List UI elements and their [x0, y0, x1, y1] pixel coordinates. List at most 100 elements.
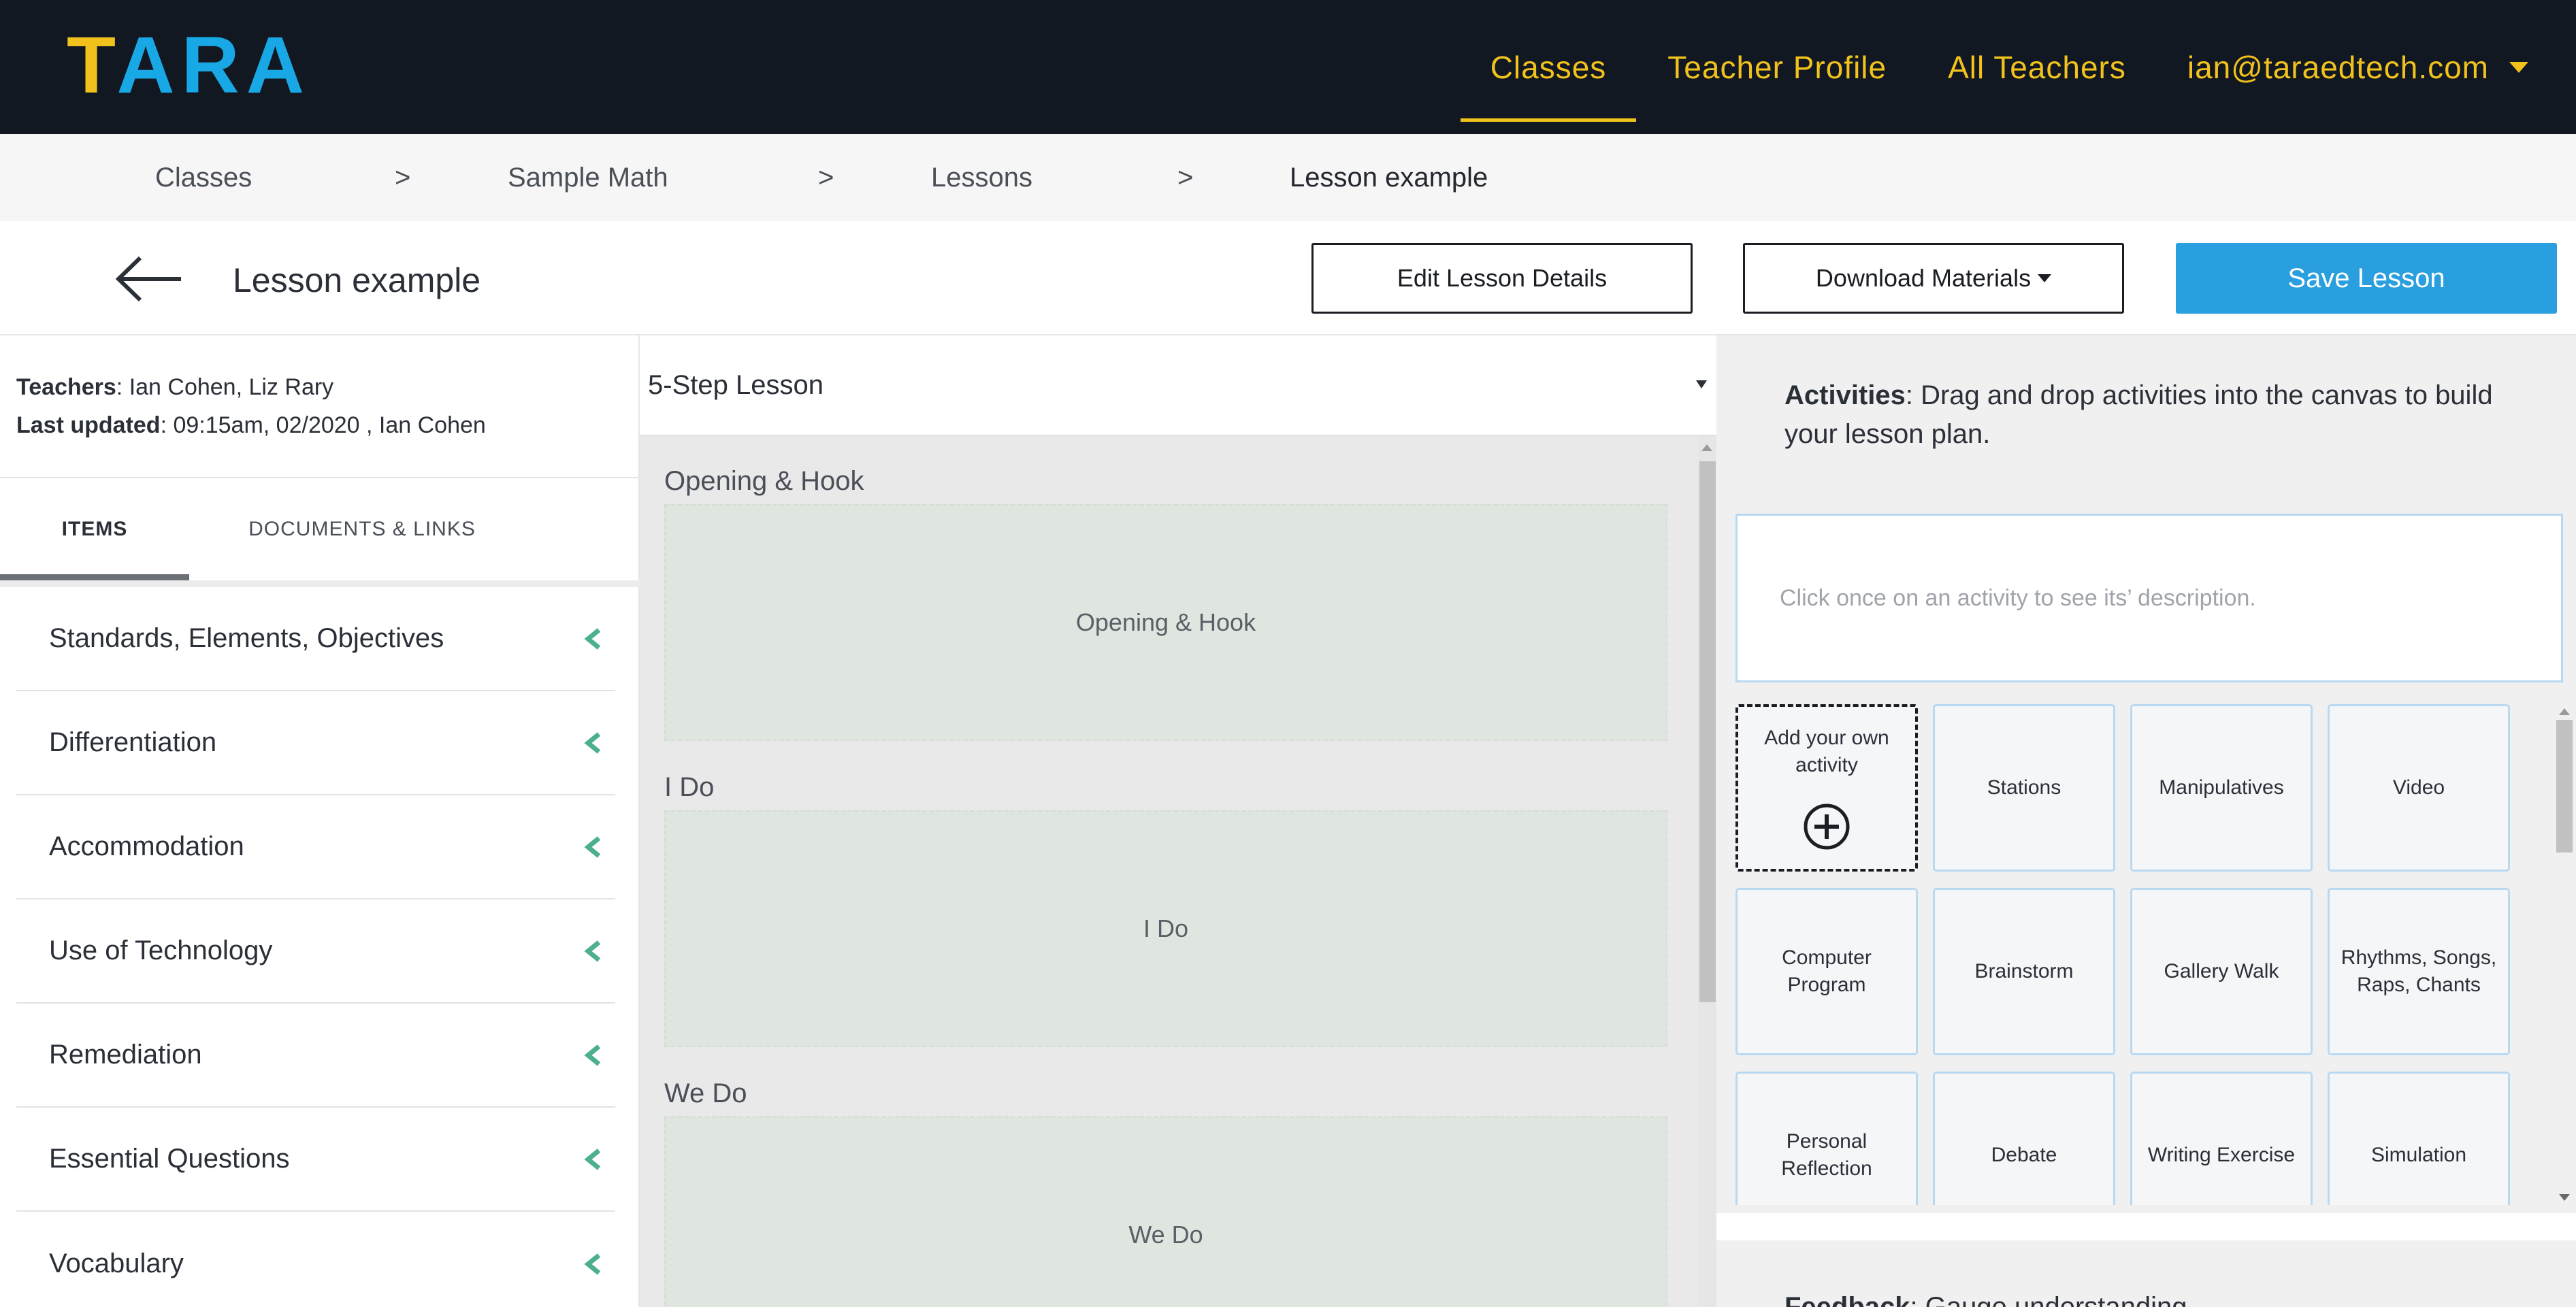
accordion-item-remediation[interactable]: Remediation [16, 1004, 615, 1108]
activity-description-box: Click once on an activity to see its’ de… [1735, 514, 2563, 682]
activities-heading: Activities [1784, 380, 1906, 410]
accordion-item-label: Essential Questions [49, 1144, 290, 1174]
tab-items[interactable]: ITEMS [0, 478, 189, 580]
save-lesson-button[interactable]: Save Lesson [2176, 243, 2557, 314]
chevron-left-icon [584, 836, 601, 858]
left-tabs: ITEMS DOCUMENTS & LINKS [0, 477, 640, 580]
teachers-value: : Ian Cohen, Liz Rary [116, 374, 334, 400]
nav-all-teachers[interactable]: All Teachers [1948, 0, 2126, 134]
add-activity-card[interactable]: Add your own activity [1735, 704, 1918, 872]
last-updated-label: Last updated [16, 412, 161, 438]
accordion-item-accommodation[interactable]: Accommodation [16, 795, 615, 899]
lesson-template-value: 5-Step Lesson [648, 369, 824, 400]
chevron-left-icon [584, 1044, 601, 1066]
accordion-item-label: Vocabulary [49, 1248, 184, 1278]
panel-divider [1716, 1213, 2576, 1240]
tabs-divider [0, 580, 640, 587]
step-label-i-do: I Do [664, 772, 715, 802]
nav-classes[interactable]: Classes [1460, 0, 1636, 134]
item-accordion: Standards, Elements, Objectives Differen… [16, 587, 615, 1307]
breadcrumb-sample-math[interactable]: Sample Math [508, 134, 668, 221]
breadcrumb-current: Lesson example [1290, 162, 1488, 193]
nav-teacher-profile[interactable]: Teacher Profile [1667, 0, 1887, 134]
feedback-heading: Feedback [1784, 1292, 1910, 1307]
activity-card-brainstorm[interactable]: Brainstorm [1933, 888, 2115, 1055]
accordion-item-label: Use of Technology [49, 936, 273, 965]
edit-lesson-details-label: Edit Lesson Details [1397, 264, 1608, 292]
activity-card-stations[interactable]: Stations [1933, 704, 2115, 872]
top-navbar: TARA Classes Teacher Profile All Teacher… [0, 0, 2576, 134]
accordion-item-essential-questions[interactable]: Essential Questions [16, 1108, 615, 1212]
activity-card-debate[interactable]: Debate [1933, 1072, 2115, 1205]
logo-text: TARA [67, 20, 311, 110]
activity-grid: Add your own activity Stations Manipulat… [1735, 704, 2552, 1205]
drop-zone-opening-hook[interactable]: Opening & Hook [664, 504, 1667, 741]
chevron-left-icon [584, 1148, 601, 1170]
breadcrumb-classes[interactable]: Classes [155, 134, 252, 221]
last-updated-line: Last updated: 09:15am, 02/2020 , Ian Coh… [16, 406, 486, 444]
activities-panel: Activities: Drag and drop activities int… [1716, 335, 2576, 1307]
save-lesson-label: Save Lesson [2287, 263, 2445, 293]
tara-logo[interactable]: TARA [67, 20, 311, 110]
breadcrumb-separator: > [818, 162, 834, 193]
breadcrumb-separator: > [395, 162, 411, 193]
activity-card-video[interactable]: Video [2328, 704, 2510, 872]
accordion-item-label: Remediation [49, 1040, 202, 1070]
edit-lesson-details-button[interactable]: Edit Lesson Details [1311, 243, 1693, 314]
caret-down-icon [1696, 380, 1707, 388]
drop-zone-label: Opening & Hook [1075, 608, 1256, 636]
drop-zone-i-do[interactable]: I Do [664, 810, 1667, 1047]
activities-intro: Activities: Drag and drop activities int… [1784, 376, 2540, 454]
caret-down-icon [2038, 274, 2052, 282]
drop-zone-we-do[interactable]: We Do [664, 1116, 1667, 1307]
chevron-left-icon [584, 940, 601, 962]
accordion-item-differentiation[interactable]: Differentiation [16, 691, 615, 795]
breadcrumb-separator: > [1177, 162, 1194, 193]
chevron-left-icon [584, 731, 601, 754]
scroll-up-icon[interactable] [1701, 444, 1712, 451]
step-label-opening-hook: Opening & Hook [664, 466, 864, 496]
scroll-up-icon[interactable] [2559, 708, 2570, 715]
teachers-line: Teachers: Ian Cohen, Liz Rary [16, 368, 486, 406]
activity-card-computer-program[interactable]: Computer Program [1735, 888, 1918, 1055]
step-label-we-do: We Do [664, 1078, 747, 1108]
drop-zone-label: I Do [1143, 914, 1189, 942]
accordion-item-label: Accommodation [49, 831, 244, 861]
activity-card-rhythms-songs[interactable]: Rhythms, Songs, Raps, Chants [2328, 888, 2510, 1055]
activity-card-personal-reflection[interactable]: Personal Reflection [1735, 1072, 1918, 1205]
lesson-items-panel: Teachers: Ian Cohen, Liz Rary Last updat… [0, 335, 640, 1307]
tab-documents-links[interactable]: DOCUMENTS & LINKS [225, 478, 500, 580]
caret-down-icon [2509, 61, 2528, 73]
activity-card-gallery-walk[interactable]: Gallery Walk [2130, 888, 2313, 1055]
activity-card-writing-exercise[interactable]: Writing Exercise [2130, 1072, 2313, 1205]
activity-card-manipulatives[interactable]: Manipulatives [2130, 704, 2313, 872]
feedback-text: : Gauge understanding [1910, 1292, 2187, 1307]
add-activity-label: Add your own activity [1764, 727, 1889, 776]
activity-grid-scrollbar-thumb[interactable] [2556, 720, 2573, 853]
download-materials-label: Download Materials [1815, 264, 2032, 292]
main-nav: Classes Teacher Profile All Teachers ian… [1429, 0, 2528, 134]
lesson-template-select[interactable]: 5-Step Lesson [640, 335, 1716, 436]
user-email: ian@taraedtech.com [2187, 49, 2489, 85]
lesson-meta: Teachers: Ian Cohen, Liz Rary Last updat… [16, 368, 486, 444]
lesson-header: Lesson example Edit Lesson Details Downl… [0, 221, 2576, 335]
accordion-item-vocabulary[interactable]: Vocabulary [16, 1212, 615, 1307]
chevron-left-icon [584, 1253, 601, 1275]
activity-description-placeholder: Click once on an activity to see its’ de… [1780, 584, 2256, 611]
canvas-scrollbar-thumb[interactable] [1699, 461, 1716, 1002]
activity-card-simulation[interactable]: Simulation [2328, 1072, 2510, 1205]
accordion-item-use-of-technology[interactable]: Use of Technology [16, 899, 615, 1004]
accordion-item-standards[interactable]: Standards, Elements, Objectives [16, 587, 615, 691]
page-title: Lesson example [233, 261, 481, 299]
download-materials-button[interactable]: Download Materials [1743, 243, 2124, 314]
breadcrumb: Classes > Sample Math > Lessons > Lesson… [0, 134, 2576, 221]
back-arrow-icon[interactable] [116, 255, 184, 303]
accordion-item-label: Differentiation [49, 727, 217, 757]
last-updated-value: : 09:15am, 02/2020 , Ian Cohen [160, 412, 486, 438]
breadcrumb-lessons[interactable]: Lessons [931, 134, 1032, 221]
scroll-down-icon[interactable] [2559, 1194, 2570, 1201]
teachers-label: Teachers [16, 374, 116, 400]
feedback-intro: Feedback: Gauge understanding [1784, 1288, 2540, 1307]
user-menu[interactable]: ian@taraedtech.com [2187, 0, 2528, 134]
drop-zone-label: We Do [1128, 1221, 1203, 1248]
